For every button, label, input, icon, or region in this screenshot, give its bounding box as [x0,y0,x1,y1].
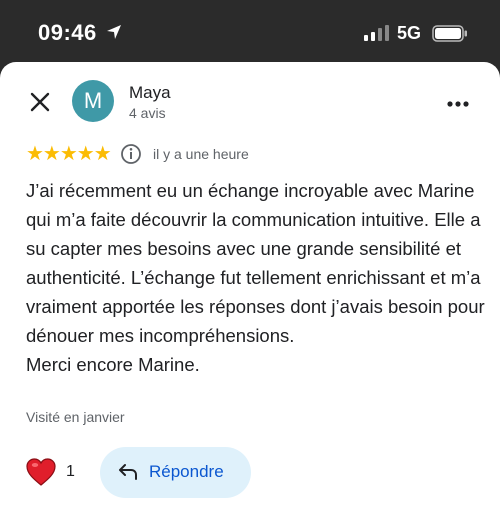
review-text: J’ai récemment eu un échange incroyable … [26,176,486,379]
more-icon[interactable] [446,92,470,116]
reply-icon [119,464,137,480]
reply-label: Répondre [149,462,224,481]
rating-stars: ★★★★★ [26,143,112,165]
visited-date: Visité en janvier [26,409,125,425]
review-paragraph: J’ai récemment eu un échange incroyable … [26,180,485,346]
battery-icon [432,25,467,42]
author-name[interactable]: Maya [129,83,171,103]
location-arrow-icon [107,25,121,39]
author-review-count: 4 avis [129,105,166,121]
status-time: 09:46 [38,20,97,45]
review-sheet: M Maya 4 avis ★★★★★ il y a une heure J’a… [0,62,500,522]
network-label: 5G [397,23,422,43]
reply-button[interactable]: Répondre [100,447,251,498]
like-count: 1 [66,463,75,480]
status-bar: 09:46 5G [0,0,500,62]
info-icon[interactable] [120,143,142,165]
avatar[interactable]: M [72,80,114,122]
signal-icon [364,25,389,41]
review-paragraph: Merci encore Marine. [26,354,200,375]
close-icon[interactable] [29,91,51,113]
heart-icon[interactable] [25,457,57,487]
review-time: il y a une heure [153,146,249,162]
